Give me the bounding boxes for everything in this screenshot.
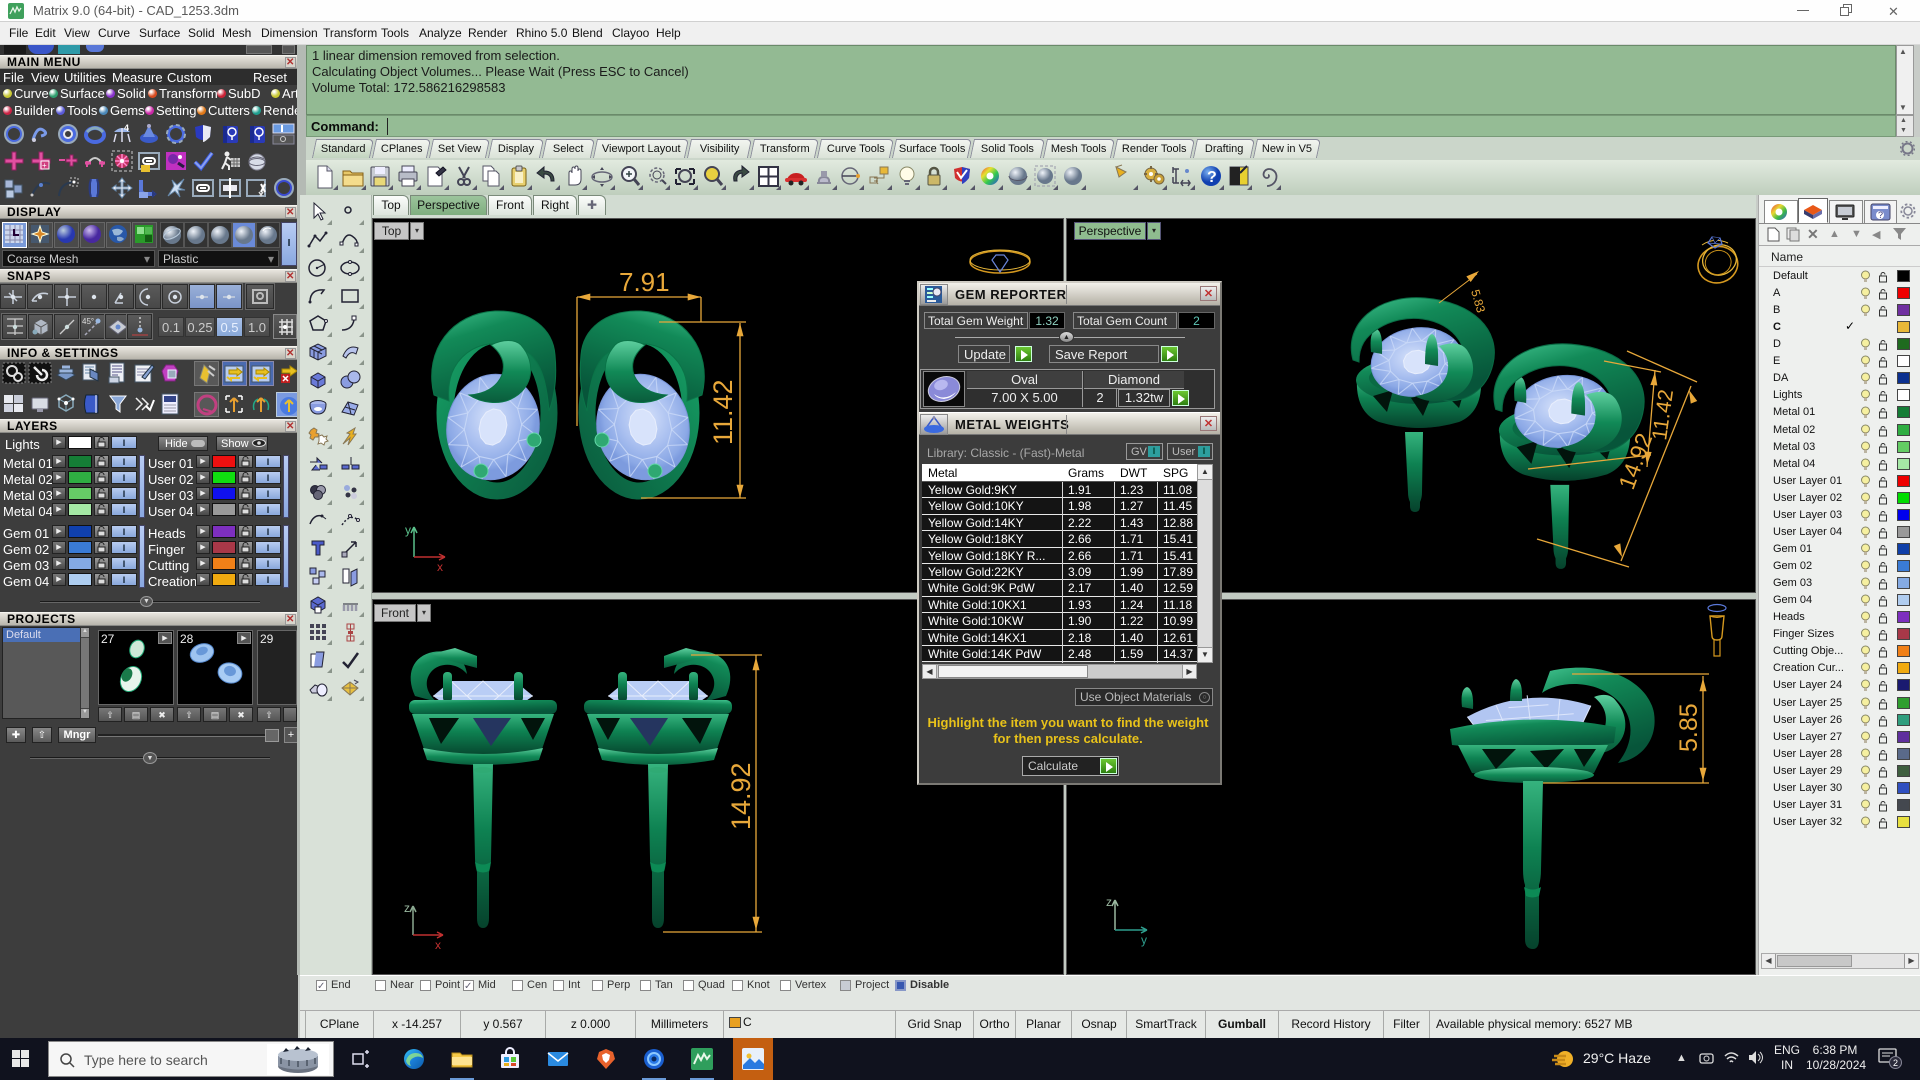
svg-text:4: 4	[124, 123, 129, 133]
svg-text:?: ?	[1207, 169, 1217, 186]
svg-text:7.91: 7.91	[619, 267, 670, 297]
svg-text:y: y	[1141, 933, 1147, 947]
svg-text:y: y	[405, 523, 411, 537]
svg-text:z: z	[1106, 895, 1112, 909]
svg-text:x: x	[435, 938, 441, 952]
svg-text:?: ?	[1878, 210, 1883, 220]
svg-text:11.42: 11.42	[708, 379, 738, 445]
svg-text:x: x	[437, 560, 443, 574]
svg-text:45°: 45°	[82, 317, 94, 326]
svg-text:5.83: 5.83	[1468, 288, 1488, 315]
svg-text:14.92: 14.92	[726, 762, 756, 830]
svg-text:5.85: 5.85	[1675, 703, 1703, 752]
svg-text:z: z	[404, 901, 410, 915]
svg-text:+: +	[42, 161, 47, 170]
